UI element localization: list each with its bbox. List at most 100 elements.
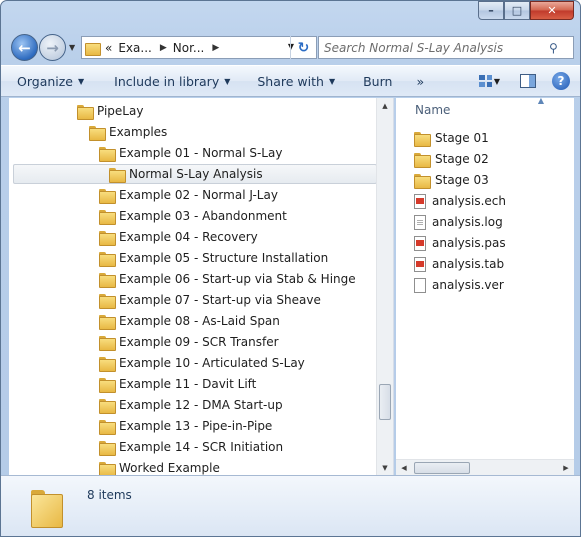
address-overflow[interactable]: « bbox=[105, 41, 112, 55]
file-list-item[interactable]: Stage 03 bbox=[414, 170, 489, 190]
tree-item[interactable]: Example 07 - Start-up via Sheave bbox=[99, 290, 321, 310]
folder-icon bbox=[99, 440, 116, 456]
tree-item-label: Example 08 - As-Laid Span bbox=[119, 314, 280, 328]
command-bar: Organize ▼ Include in library ▼ Share with… bbox=[1, 65, 580, 97]
file-name: Stage 02 bbox=[435, 152, 489, 166]
folder-icon bbox=[99, 335, 116, 351]
chevron-down-icon: ▼ bbox=[78, 76, 85, 86]
back-button[interactable]: ← bbox=[11, 34, 38, 61]
file-list-item[interactable]: analysis.log bbox=[414, 212, 503, 232]
tree-item-selected[interactable]: Normal S-Lay Analysis bbox=[13, 164, 377, 184]
file-list-item[interactable]: Stage 01 bbox=[414, 128, 489, 148]
help-icon[interactable]: ? bbox=[552, 72, 570, 90]
breadcrumb-normal[interactable]: Nor... bbox=[173, 41, 205, 55]
tree-item-label: Examples bbox=[109, 125, 168, 139]
tree-item[interactable]: Example 05 - Structure Installation bbox=[99, 248, 328, 268]
folder-icon bbox=[77, 104, 94, 120]
folder-icon bbox=[99, 461, 116, 476]
burn-button[interactable]: Burn bbox=[363, 74, 392, 89]
folder-icon bbox=[99, 251, 116, 267]
navigation-pane[interactable]: PipeLay Examples Example 01 - Normal S-Lay… bbox=[9, 98, 394, 476]
file-name: Stage 01 bbox=[435, 131, 489, 145]
tree-item[interactable]: Worked Example bbox=[99, 458, 220, 476]
folder-icon bbox=[99, 377, 116, 393]
chevron-right-icon[interactable]: ▶ bbox=[160, 43, 167, 53]
recent-pages-dropdown[interactable]: ▼ bbox=[69, 43, 75, 52]
tree-item[interactable]: Example 10 - Articulated S-Lay bbox=[99, 353, 305, 373]
file-list-pane[interactable]: Name ▲ Stage 01 Stage 02 Stage 03 analysis.… bbox=[396, 96, 574, 476]
folder-icon bbox=[99, 398, 116, 414]
tree-item[interactable]: Example 02 - Normal J-Lay bbox=[99, 185, 278, 205]
tree-item[interactable]: Example 03 - Abandonment bbox=[99, 206, 287, 226]
tree-item[interactable]: Examples bbox=[89, 122, 167, 142]
change-view-button[interactable]: ▼ bbox=[478, 73, 500, 89]
tree-item[interactable]: Example 01 - Normal S-Lay bbox=[99, 143, 282, 163]
file-list-item[interactable]: analysis.ver bbox=[414, 275, 504, 295]
tree-item-label: Example 05 - Structure Installation bbox=[119, 251, 329, 265]
folder-icon bbox=[99, 209, 116, 225]
caption-buttons: – □ ✕ bbox=[478, 1, 574, 21]
hscrollbar-thumb[interactable] bbox=[414, 462, 470, 474]
scroll-down-icon[interactable]: ▼ bbox=[377, 460, 393, 476]
breadcrumb-examples[interactable]: Exa... bbox=[118, 41, 151, 55]
tree-item-label: Example 04 - Recovery bbox=[119, 230, 258, 244]
file-name: analysis.ver bbox=[432, 278, 504, 292]
file-list-item[interactable]: analysis.tab bbox=[414, 254, 504, 274]
file-name: analysis.pas bbox=[432, 236, 506, 250]
tree-item[interactable]: Example 12 - DMA Start-up bbox=[99, 395, 283, 415]
more-commands-button[interactable]: » bbox=[416, 74, 424, 89]
scroll-left-icon[interactable]: ◀ bbox=[396, 460, 412, 476]
search-box[interactable]: ⚲ bbox=[318, 36, 574, 59]
navigation-scrollbar[interactable]: ▲ ▼ bbox=[376, 98, 393, 476]
folder-icon bbox=[414, 152, 431, 168]
file-list-hscrollbar[interactable]: ◀ ▶ bbox=[396, 459, 574, 476]
preview-pane-icon[interactable] bbox=[520, 74, 536, 88]
tree-item[interactable]: Example 11 - Davit Lift bbox=[99, 374, 256, 394]
tree-item[interactable]: Example 13 - Pipe-in-Pipe bbox=[99, 416, 272, 436]
tree-item-label: Example 14 - SCR Initiation bbox=[119, 440, 284, 454]
share-with-button[interactable]: Share with ▼ bbox=[257, 74, 335, 89]
tree-item[interactable]: PipeLay bbox=[77, 101, 143, 121]
tree-item[interactable]: Example 04 - Recovery bbox=[99, 227, 258, 247]
folder-icon bbox=[99, 188, 116, 204]
scroll-up-icon[interactable]: ▲ bbox=[377, 98, 393, 114]
scrollbar-thumb[interactable] bbox=[379, 384, 391, 420]
name-column-label: Name bbox=[415, 103, 451, 117]
search-input[interactable] bbox=[324, 40, 544, 55]
folder-icon bbox=[99, 314, 116, 330]
pdf-file-icon bbox=[414, 235, 426, 251]
folder-icon bbox=[99, 356, 116, 372]
name-column-header[interactable]: Name ▲ bbox=[396, 96, 574, 122]
scroll-right-icon[interactable]: ▶ bbox=[558, 460, 574, 476]
close-button[interactable]: ✕ bbox=[530, 1, 574, 20]
tree-item[interactable]: Example 06 - Start-up via Stab & Hinge bbox=[99, 269, 356, 289]
chevron-down-icon: ▼ bbox=[224, 76, 231, 86]
maximize-button[interactable]: □ bbox=[504, 1, 530, 20]
organize-button[interactable]: Organize ▼ bbox=[17, 74, 84, 89]
item-count: 8 items bbox=[87, 488, 132, 502]
tree-item[interactable]: Example 14 - SCR Initiation bbox=[99, 437, 283, 457]
minimize-button[interactable]: – bbox=[478, 1, 504, 20]
tree-item-label: Example 09 - SCR Transfer bbox=[119, 335, 279, 349]
folder-icon bbox=[99, 293, 116, 309]
tree-item[interactable]: Example 08 - As-Laid Span bbox=[99, 311, 280, 331]
tree-item-label: Example 06 - Start-up via Stab & Hinge bbox=[119, 272, 356, 286]
folder-icon bbox=[99, 419, 116, 435]
search-icon[interactable]: ⚲ bbox=[549, 41, 558, 55]
more-commands-label: » bbox=[416, 73, 425, 89]
file-list-item[interactable]: analysis.pas bbox=[414, 233, 506, 253]
chevron-right-icon[interactable]: ▶ bbox=[212, 43, 219, 53]
file-list-item[interactable]: analysis.ech bbox=[414, 191, 506, 211]
tree-item[interactable]: Example 09 - SCR Transfer bbox=[99, 332, 279, 352]
include-in-library-button[interactable]: Include in library ▼ bbox=[114, 74, 230, 89]
pdf-file-icon bbox=[414, 256, 426, 272]
address-bar[interactable]: « Exa... ▶ Nor... ▶ ▼ bbox=[81, 36, 317, 59]
folder-icon bbox=[414, 173, 431, 189]
refresh-button[interactable]: ↻ bbox=[290, 36, 316, 59]
share-with-label: Share with bbox=[257, 73, 324, 89]
forward-button[interactable]: → bbox=[39, 34, 66, 61]
refresh-icon: ↻ bbox=[297, 39, 310, 56]
tree-item-label: Example 07 - Start-up via Sheave bbox=[119, 293, 321, 307]
chevron-down-icon: ▼ bbox=[328, 76, 336, 86]
file-list-item[interactable]: Stage 02 bbox=[414, 149, 489, 169]
